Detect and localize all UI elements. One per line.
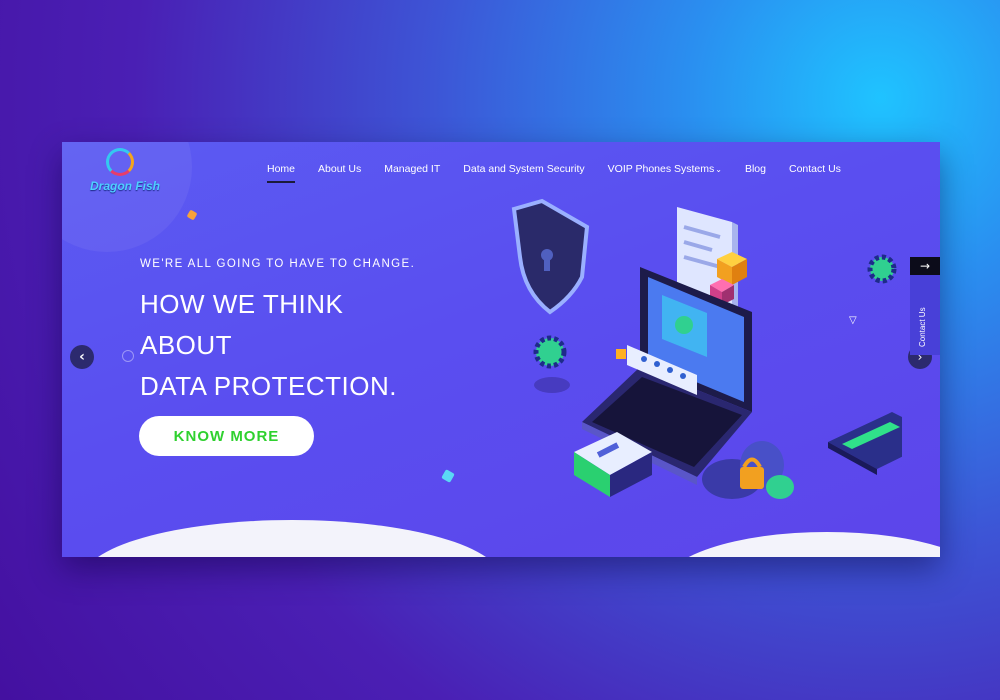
nav-item-blog[interactable]: Blog: [745, 163, 766, 175]
decor-wave: [82, 520, 502, 557]
gear-icon: [533, 335, 570, 393]
contact-side-tab-body: Contact Us: [910, 275, 940, 355]
chevron-down-icon: ⌄: [715, 165, 722, 174]
nav-item-voip-label: VOIP Phones Systems: [607, 163, 715, 175]
contact-side-tab-label: Contact Us: [918, 307, 927, 347]
hero-headline: HOW WE THINK ABOUT DATA PROTECTION.: [140, 284, 397, 407]
data-security-illustration: [511, 198, 902, 499]
arrow-right-icon: →: [910, 257, 940, 275]
nav-item-contact-us[interactable]: Contact Us: [789, 163, 841, 175]
chevron-left-icon: ‹: [79, 349, 85, 365]
decor-hexagon-icon: [186, 209, 198, 221]
nav-item-managed-it[interactable]: Managed IT: [384, 163, 440, 175]
shield-icon: [511, 198, 590, 315]
logo-text: Dragon Fish: [90, 179, 161, 193]
website-screenshot: Dragon Fish Home About Us Managed IT Dat…: [62, 142, 940, 557]
hero-headline-line: ABOUT: [140, 330, 233, 360]
decor-hexagon-icon: [441, 469, 455, 483]
hero-headline-line: HOW WE THINK: [140, 289, 344, 319]
credit-card-icon: [828, 412, 902, 475]
nav-item-data-security[interactable]: Data and System Security: [463, 163, 584, 175]
dragon-logo-icon: [106, 148, 134, 176]
nav-item-home[interactable]: Home: [267, 163, 296, 183]
nav-item-voip[interactable]: VOIP Phones Systems⌄: [608, 163, 722, 175]
hero-headline-line: DATA PROTECTION.: [140, 371, 397, 401]
hero-eyebrow: WE'RE ALL GOING TO HAVE TO CHANGE.: [140, 258, 416, 270]
nav-item-about-us[interactable]: About Us: [318, 163, 361, 175]
logo[interactable]: Dragon Fish: [88, 146, 198, 198]
decor-circle-icon: [122, 350, 134, 362]
main-nav: Home About Us Managed IT Data and System…: [267, 163, 864, 183]
decor-wave: [662, 532, 940, 557]
slider-prev-button[interactable]: ‹: [70, 345, 94, 369]
contact-side-tab[interactable]: → Contact Us: [910, 257, 940, 357]
gear-icon: [867, 254, 897, 284]
know-more-button[interactable]: KNOW MORE: [139, 416, 314, 456]
